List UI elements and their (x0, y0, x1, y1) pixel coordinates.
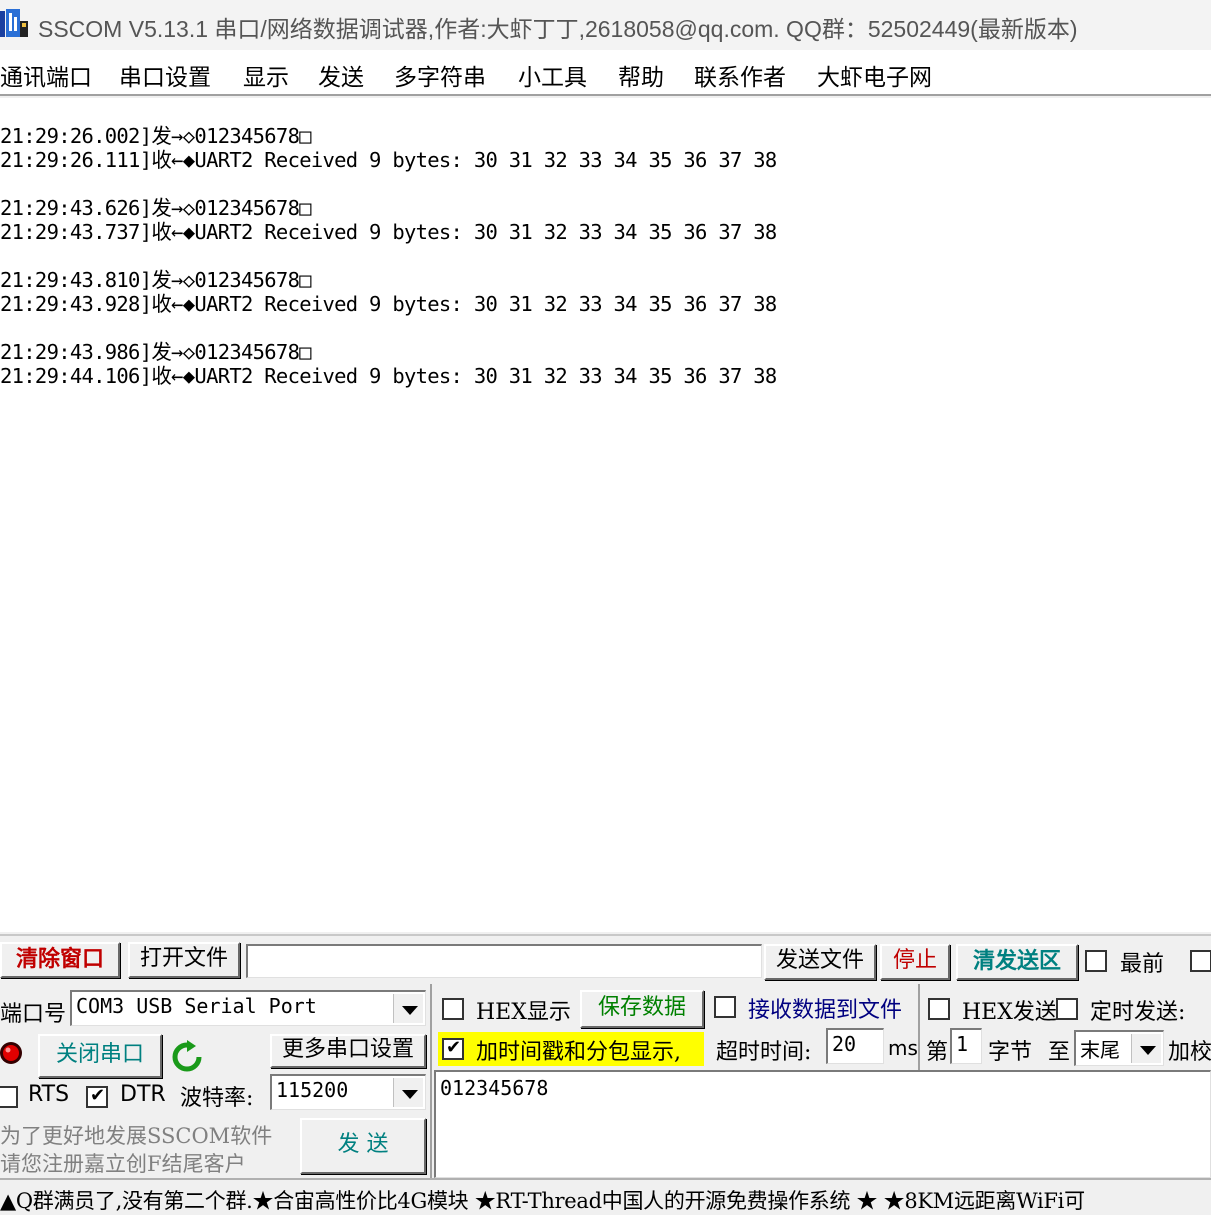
baud-select-value: 115200 (276, 1078, 349, 1102)
menu-display[interactable]: 显示 (243, 58, 289, 92)
end-select-value: 末尾 (1080, 1038, 1120, 1062)
log-entry: 21:29:26.002]发→◇012345678□ 21:29:26.111]… (0, 124, 777, 172)
save-data-button[interactable]: 保存数据 (580, 990, 704, 1028)
log-entry: 21:29:43.626]发→◇012345678□ 21:29:43.737]… (0, 196, 777, 244)
window-title: SSCOM V5.13.1 串口/网络数据调试器,作者:大虾丁丁,2618058… (38, 16, 1078, 42)
log-rx-line: 21:29:26.111]收←◆UART2 Received 9 bytes: … (0, 148, 777, 172)
rts-label: RTS (28, 1082, 70, 1107)
control-panel: 清除窗口 打开文件 发送文件 停止 清发送区 最前 端口号 COM3 USB S… (0, 934, 1211, 1180)
menu-comm-port[interactable]: 通讯端口 (0, 58, 92, 92)
start-byte-value: 1 (956, 1032, 969, 1056)
menu-daxia-site[interactable]: 大虾电子网 (817, 58, 932, 92)
menu-multi-string[interactable]: 多字符串 (394, 58, 486, 92)
divider (430, 984, 432, 1178)
hex-send-checkbox[interactable] (928, 998, 950, 1020)
port-select-value: COM3 USB Serial Port (76, 994, 317, 1018)
file-path-input[interactable] (246, 944, 762, 978)
menu-bar: 通讯端口 串口设置 显示 发送 多字符串 小工具 帮助 联系作者 大虾电子网 (0, 50, 1211, 96)
timeout-unit: ms (888, 1036, 918, 1060)
timestamp-checkbox[interactable] (442, 1037, 464, 1060)
clear-send-button[interactable]: 清发送区 (956, 944, 1078, 980)
recv-to-file-label: 接收数据到文件 (748, 998, 903, 1023)
log-tx-line: 21:29:43.626]发→◇012345678□ (0, 196, 312, 220)
receive-area[interactable]: 21:29:26.002]发→◇012345678□ 21:29:26.111]… (0, 98, 1211, 932)
chevron-down-icon[interactable] (1131, 1034, 1161, 1063)
baud-select[interactable]: 115200 (270, 1074, 426, 1110)
baud-label: 波特率: (180, 1086, 254, 1111)
send-textarea[interactable]: 012345678 (434, 1070, 1211, 1178)
status-marquee: ▲Q群满员了,没有第二个群.★合宙高性价比4G模块 ★RT-Thread中国人的… (0, 1189, 1085, 1213)
topmost-label: 最前 (1120, 952, 1165, 977)
ad-line-2[interactable]: 请您注册嘉立创F结尾客户 (0, 1148, 246, 1178)
start-byte-input[interactable]: 1 (950, 1028, 982, 1064)
refresh-icon[interactable] (170, 1040, 204, 1074)
menu-help[interactable]: 帮助 (618, 58, 664, 92)
timeout-label: 超时时间: (716, 1040, 812, 1065)
menu-tools[interactable]: 小工具 (518, 58, 587, 92)
checksum-label: 加校 (1168, 1040, 1211, 1065)
chevron-down-icon[interactable] (393, 994, 423, 1023)
topmost-checkbox[interactable] (1085, 950, 1107, 972)
byte-label: 字节 (988, 1040, 1033, 1065)
hex-display-label: HEX显示 (476, 1000, 571, 1025)
clear-window-button[interactable]: 清除窗口 (0, 942, 120, 978)
nth-label: 第 (926, 1040, 949, 1065)
close-port-button[interactable]: 关闭串口 (38, 1034, 162, 1078)
port-label: 端口号 (0, 1002, 67, 1027)
dtr-label: DTR (120, 1082, 166, 1107)
log-entry: 21:29:43.810]发→◇012345678□ 21:29:43.928]… (0, 268, 777, 316)
log-rx-line: 21:29:43.928]收←◆UART2 Received 9 bytes: … (0, 292, 777, 316)
log-tx-line: 21:29:43.986]发→◇012345678□ (0, 340, 312, 364)
to-label: 至 (1048, 1040, 1071, 1065)
timed-send-checkbox[interactable] (1056, 998, 1078, 1020)
log-tx-line: 21:29:26.002]发→◇012345678□ (0, 124, 312, 148)
menu-serial-settings[interactable]: 串口设置 (119, 58, 211, 92)
menu-contact-author[interactable]: 联系作者 (694, 58, 786, 92)
end-select[interactable]: 末尾 (1074, 1030, 1164, 1066)
hex-display-checkbox[interactable] (442, 998, 464, 1020)
log-rx-line: 21:29:43.737]收←◆UART2 Received 9 bytes: … (0, 220, 777, 244)
more-port-settings-button[interactable]: 更多串口设置 (270, 1034, 426, 1068)
timeout-value: 20 (832, 1032, 857, 1056)
stop-button[interactable]: 停止 (880, 944, 950, 980)
send-button[interactable]: 发 送 (300, 1118, 426, 1174)
menu-send[interactable]: 发送 (318, 58, 364, 92)
status-bar: ▲Q群满员了,没有第二个群.★合宙高性价比4G模块 ★RT-Thread中国人的… (0, 1178, 1211, 1215)
log-rx-line: 21:29:44.106]收←◆UART2 Received 9 bytes: … (0, 364, 777, 388)
log-entry: 21:29:43.986]发→◇012345678□ 21:29:44.106]… (0, 340, 777, 388)
port-status-indicator-icon (0, 1042, 22, 1064)
dtr-checkbox[interactable] (86, 1085, 108, 1108)
extra-checkbox[interactable] (1190, 950, 1211, 972)
log-tx-line: 21:29:43.810]发→◇012345678□ (0, 268, 312, 292)
rts-checkbox[interactable] (0, 1086, 18, 1108)
hex-send-label: HEX发送 (962, 1000, 1057, 1025)
timed-send-label: 定时发送: (1090, 1000, 1186, 1025)
send-file-button[interactable]: 发送文件 (764, 944, 876, 980)
recv-to-file-checkbox[interactable] (714, 996, 736, 1018)
divider (918, 984, 920, 1070)
timeout-input[interactable]: 20 (826, 1028, 884, 1064)
chevron-down-icon[interactable] (393, 1078, 423, 1107)
timestamp-label: 加时间戳和分包显示, (476, 1040, 681, 1065)
title-bar: SSCOM V5.13.1 串口/网络数据调试器,作者:大虾丁丁,2618058… (0, 0, 1211, 50)
send-text: 012345678 (440, 1076, 549, 1100)
open-file-button[interactable]: 打开文件 (128, 942, 240, 978)
sscom-app-icon (0, 9, 28, 37)
ad-line-1[interactable]: 为了更好地发展SSCOM软件 (0, 1120, 272, 1150)
port-select[interactable]: COM3 USB Serial Port (70, 990, 426, 1026)
